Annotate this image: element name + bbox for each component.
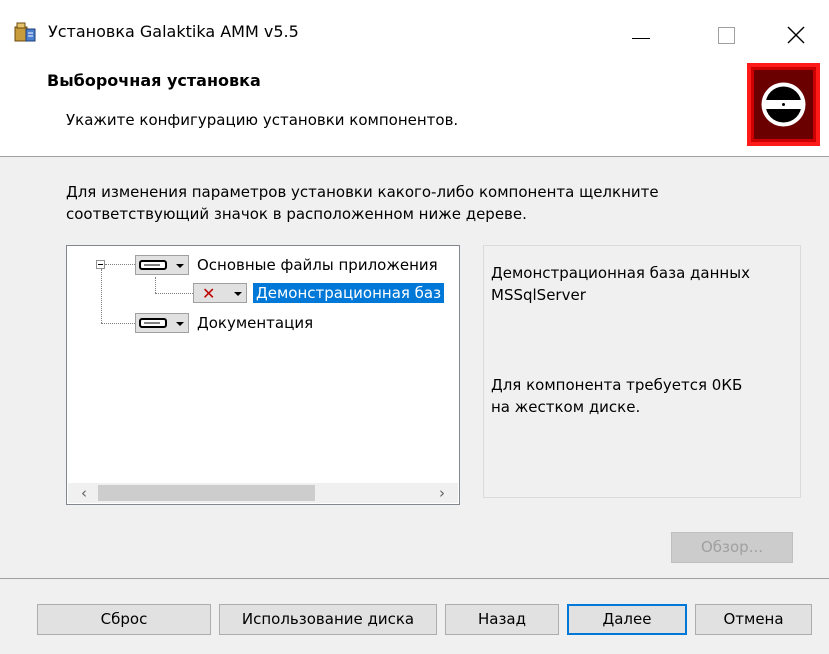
- drive-icon: [139, 318, 167, 328]
- divider: [0, 578, 829, 579]
- back-button[interactable]: Назад: [445, 604, 559, 635]
- disk-usage-button[interactable]: Использование диска: [219, 604, 437, 635]
- chevron-down-icon: [176, 264, 184, 268]
- tree-item-demo-db-menu[interactable]: ✕: [193, 283, 247, 303]
- title-bar: Установка Galaktika AMM v5.5: [0, 0, 829, 57]
- tree-content: Основные файлы приложения ✕ Демонстрацио…: [67, 246, 459, 484]
- scroll-thumb[interactable]: [98, 485, 315, 501]
- close-button[interactable]: [773, 8, 819, 52]
- maximize-button[interactable]: [704, 8, 750, 52]
- tree-item-docs[interactable]: Документация: [197, 313, 313, 333]
- instructions-text: Для изменения параметров установки каког…: [66, 183, 659, 223]
- disc-install-icon: [747, 63, 820, 146]
- scroll-left-icon[interactable]: ‹: [74, 483, 94, 503]
- tree-item-docs-menu[interactable]: [135, 313, 189, 333]
- tree-connector: [155, 277, 157, 293]
- tree-connector: [155, 293, 193, 295]
- installer-package-icon: [12, 19, 38, 45]
- cancel-button[interactable]: Отмена: [695, 604, 812, 635]
- scroll-right-icon[interactable]: ›: [432, 483, 452, 503]
- page-title: Выборочная установка: [47, 71, 261, 90]
- reset-button[interactable]: Сброс: [37, 604, 211, 635]
- horizontal-scrollbar[interactable]: ‹ ›: [68, 483, 458, 503]
- page-subtitle: Укажите конфигурацию установки компонент…: [66, 111, 459, 129]
- close-icon: [787, 26, 805, 44]
- feature-name: Демонстрационная база данных: [491, 264, 750, 282]
- tree-item-main-files-menu[interactable]: [135, 255, 189, 275]
- feature-space-req-cont: на жестком диске.: [491, 398, 641, 416]
- minimize-button[interactable]: [618, 8, 664, 52]
- window-title: Установка Galaktika AMM v5.5: [48, 22, 299, 41]
- browse-button[interactable]: Обзор...: [671, 532, 793, 563]
- chevron-down-icon: [234, 292, 242, 296]
- chevron-down-icon: [176, 322, 184, 326]
- feature-name-cont: MSSqlServer: [491, 286, 586, 304]
- next-button[interactable]: Далее: [567, 604, 687, 635]
- drive-icon: [139, 260, 167, 270]
- tree-connector: [105, 264, 135, 266]
- feature-description-panel: Демонстрационная база данных MSSqlServer…: [483, 245, 801, 498]
- feature-tree[interactable]: Основные файлы приложения ✕ Демонстрацио…: [66, 245, 460, 505]
- tree-item-main-files[interactable]: Основные файлы приложения: [197, 255, 438, 275]
- tree-connector: [101, 269, 103, 323]
- tree-item-demo-db[interactable]: Демонстрационная баз: [253, 283, 445, 303]
- header-banner: Выборочная установка Укажите конфигураци…: [0, 57, 829, 157]
- feature-space-req: Для компонента требуется 0КБ: [491, 376, 743, 394]
- tree-collapse-icon[interactable]: [96, 260, 105, 269]
- tree-connector: [101, 323, 135, 325]
- installer-window: Установка Galaktika AMM v5.5 Выборочная …: [0, 0, 829, 654]
- x-icon: ✕: [202, 284, 216, 303]
